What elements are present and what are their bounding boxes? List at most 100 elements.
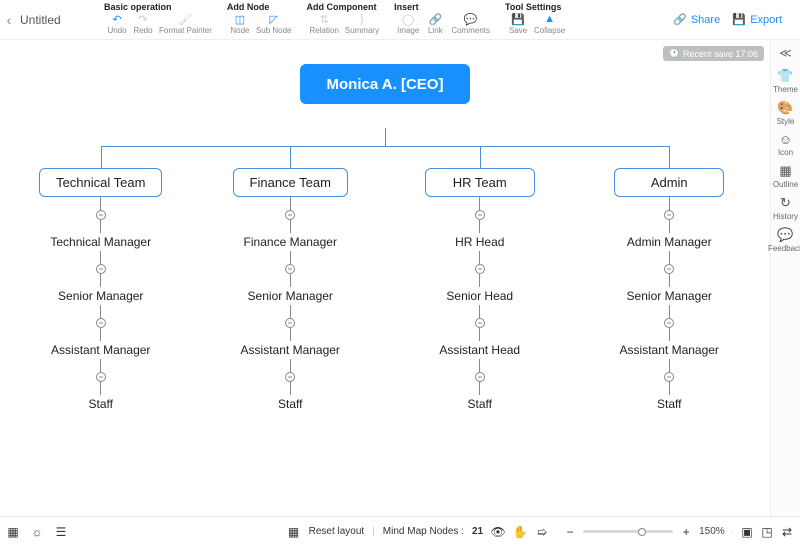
org-node[interactable]: Assistant Manager (51, 341, 150, 359)
add-subnode-button[interactable]: ◸Sub Node (253, 13, 295, 36)
org-node[interactable]: Technical Manager (50, 233, 151, 251)
layout-view-button[interactable]: ▦ (6, 525, 20, 539)
fit-screen-button[interactable]: ▣ (740, 525, 754, 539)
collapse-toggle[interactable] (664, 318, 674, 328)
save-button[interactable]: 💾Save (505, 13, 531, 36)
org-node[interactable]: Staff (468, 395, 492, 413)
collapse-toggle[interactable] (664, 372, 674, 382)
reset-layout-button[interactable]: Reset layout (309, 526, 365, 537)
sidebar-item-style[interactable]: 🎨Style (777, 100, 795, 126)
collapse-button[interactable]: ▲Collapse (531, 13, 568, 36)
team-node[interactable]: HR Team (425, 168, 535, 197)
redo-button[interactable]: ↷Redo (130, 13, 156, 36)
chat-icon: 💬 (777, 227, 793, 243)
org-node[interactable]: Staff (278, 395, 302, 413)
connector (290, 359, 291, 373)
branch: Technical Team Technical Manager Senior Ma… (10, 168, 192, 413)
connector (290, 197, 291, 211)
collapse-toggle[interactable] (475, 372, 485, 382)
relation-icon: ⇅ (320, 13, 329, 25)
zoom-in-button[interactable]: + (679, 525, 693, 539)
connector (479, 381, 480, 395)
sun-icon-button[interactable]: ☼ (30, 525, 44, 539)
expand-button[interactable]: ⇄ (780, 525, 794, 539)
collapse-toggle[interactable] (664, 210, 674, 220)
zoom-out-button[interactable]: − (563, 525, 577, 539)
org-node[interactable]: Finance Manager (244, 233, 337, 251)
summary-button[interactable]: }Summary (342, 13, 382, 36)
canvas[interactable]: 🕐Recent save 17:06 Monica A. [CEO] Techn… (0, 40, 770, 516)
undo-button[interactable]: ↶Undo (104, 13, 130, 36)
collapse-toggle[interactable] (96, 210, 106, 220)
sidebar-collapse-button[interactable]: ≪ (779, 44, 792, 62)
org-node[interactable]: HR Head (455, 233, 504, 251)
eye-icon[interactable]: 👁 (491, 525, 505, 539)
collapse-toggle[interactable] (285, 318, 295, 328)
fullscreen-button[interactable]: ◳ (760, 525, 774, 539)
group-tool-settings: Tool Settings 💾Save ▲Collapse (499, 0, 574, 39)
team-node[interactable]: Admin (614, 168, 724, 197)
menu-icon-button[interactable]: ☰ (54, 525, 68, 539)
hand-icon[interactable]: ✋ (513, 525, 527, 539)
org-node[interactable]: Admin Manager (627, 233, 712, 251)
right-sidebar: ≪ 👕Theme 🎨Style ☺Icon ▦Outline ↻History … (770, 40, 800, 516)
export-button[interactable]: 💾Export (732, 13, 782, 27)
sidebar-item-feedback[interactable]: 💬Feedback (768, 227, 800, 253)
sidebar-item-history[interactable]: ↻History (773, 195, 798, 221)
org-node[interactable]: Senior Manager (627, 287, 712, 305)
org-node[interactable]: Senior Head (446, 287, 513, 305)
collapse-toggle[interactable] (475, 210, 485, 220)
add-node-button[interactable]: ◫Node (227, 13, 253, 36)
connector (669, 381, 670, 395)
format-painter-button[interactable]: 🖌Format Painter (156, 13, 215, 36)
collapse-toggle[interactable] (96, 264, 106, 274)
org-node[interactable]: Senior Manager (58, 287, 143, 305)
org-node[interactable]: Assistant Manager (241, 341, 340, 359)
connector (479, 219, 480, 233)
connector (290, 327, 291, 341)
org-node[interactable]: Assistant Manager (620, 341, 719, 359)
collapse-toggle[interactable] (664, 264, 674, 274)
connector (669, 327, 670, 341)
insert-image-button[interactable]: ◯Image (394, 13, 422, 36)
sidebar-item-icon[interactable]: ☺Icon (778, 132, 793, 157)
share-button[interactable]: 🔗Share (673, 13, 720, 27)
top-toolbar: ‹ Untitled Basic operation ↶Undo ↷Redo 🖌… (0, 0, 800, 40)
connector (480, 146, 481, 168)
collapse-toggle[interactable] (475, 318, 485, 328)
collapse-toggle[interactable] (96, 372, 106, 382)
node-icon: ◫ (235, 13, 245, 25)
connector (100, 251, 101, 265)
back-button[interactable]: ‹ (0, 0, 18, 39)
summary-icon: } (360, 13, 364, 25)
zoom-thumb[interactable] (638, 528, 646, 536)
sidebar-item-theme[interactable]: 👕Theme (773, 68, 798, 94)
collapse-toggle[interactable] (96, 318, 106, 328)
org-node[interactable]: Staff (657, 395, 681, 413)
connector (290, 146, 291, 168)
org-node[interactable]: Senior Manager (248, 287, 333, 305)
connector (290, 381, 291, 395)
grid-icon: ▦ (779, 163, 791, 179)
branch: Finance Team Finance Manager Senior Manage… (199, 168, 381, 413)
comments-icon: 💬 (464, 13, 478, 25)
collapse-toggle[interactable] (285, 264, 295, 274)
sidebar-item-outline[interactable]: ▦Outline (773, 163, 798, 189)
cursor-icon[interactable]: ➯ (535, 525, 549, 539)
root-node[interactable]: Monica A. [CEO] (300, 64, 470, 104)
document-title[interactable]: Untitled (18, 0, 98, 39)
insert-link-button[interactable]: 🔗Link (422, 13, 448, 36)
collapse-toggle[interactable] (285, 372, 295, 382)
share-icon: 🔗 (673, 13, 687, 27)
zoom-slider[interactable] (583, 530, 673, 533)
org-node[interactable]: Staff (89, 395, 113, 413)
insert-comments-button[interactable]: 💬Comments (448, 13, 493, 36)
group-add-component: Add Component ⇅Relation }Summary (301, 0, 389, 39)
collapse-toggle[interactable] (285, 210, 295, 220)
team-node[interactable]: Technical Team (39, 168, 162, 197)
collapse-toggle[interactable] (475, 264, 485, 274)
connector (479, 197, 480, 211)
relation-button[interactable]: ⇅Relation (307, 13, 342, 36)
team-node[interactable]: Finance Team (233, 168, 348, 197)
org-node[interactable]: Assistant Head (439, 341, 520, 359)
